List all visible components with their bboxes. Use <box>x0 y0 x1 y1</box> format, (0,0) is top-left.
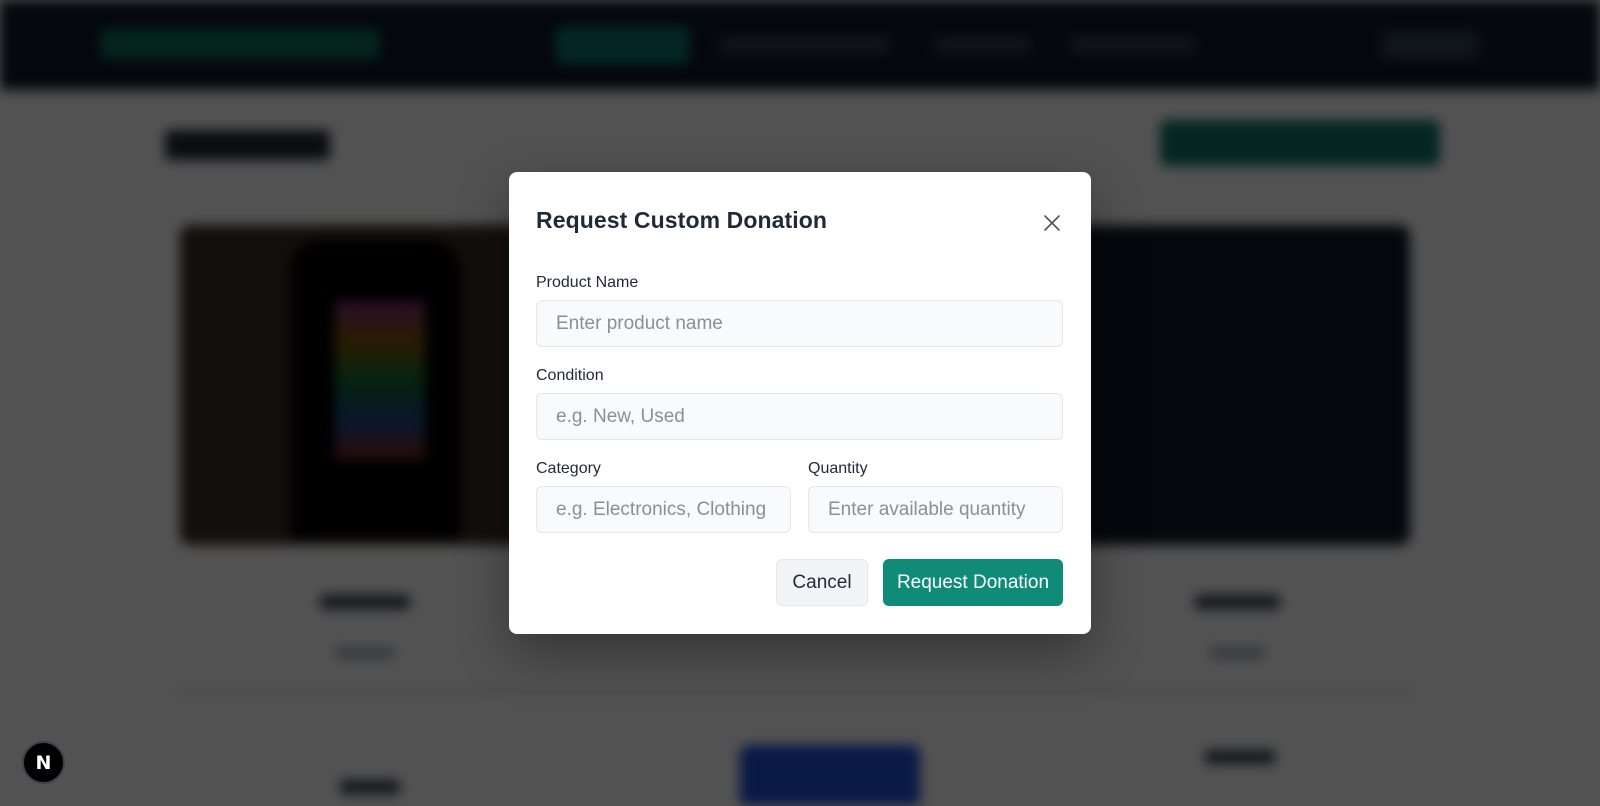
product-name-label: Product Name <box>536 274 639 291</box>
quantity-label: Quantity <box>808 460 868 477</box>
nextjs-logo-icon: N <box>35 751 52 774</box>
condition-label: Condition <box>536 367 604 384</box>
category-input[interactable] <box>536 486 791 533</box>
request-donation-button[interactable]: Request Donation <box>883 559 1063 606</box>
quantity-input[interactable] <box>808 486 1063 533</box>
product-name-input[interactable] <box>536 300 1063 347</box>
category-label: Category <box>536 460 601 477</box>
close-button[interactable] <box>1041 212 1063 234</box>
request-donation-modal: Request Custom Donation Product Name Con… <box>509 172 1091 634</box>
cancel-button[interactable]: Cancel <box>776 559 868 606</box>
close-icon <box>1044 215 1060 231</box>
condition-input[interactable] <box>536 393 1063 440</box>
nextjs-dev-indicator[interactable]: N <box>22 741 65 784</box>
modal-title: Request Custom Donation <box>536 207 828 233</box>
